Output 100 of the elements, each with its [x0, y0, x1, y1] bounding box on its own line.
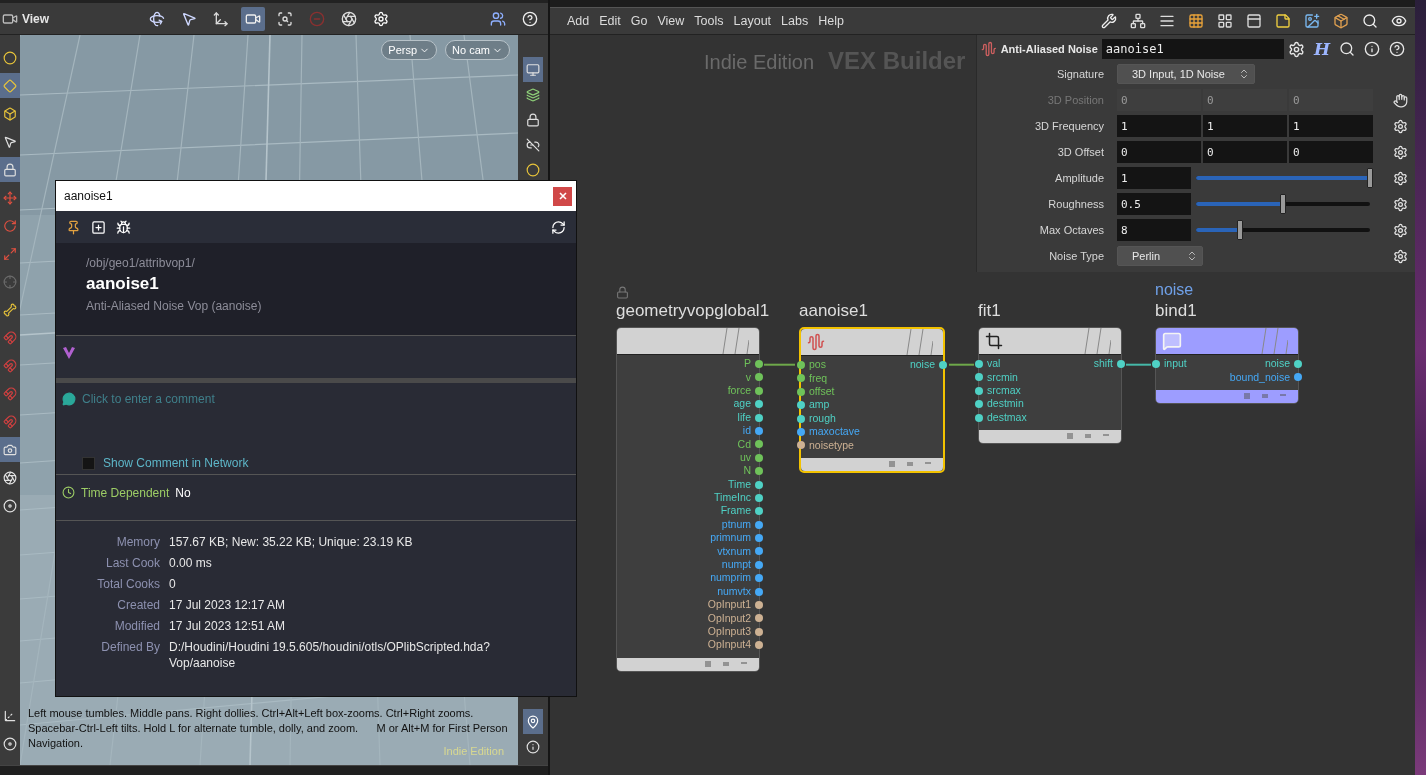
port-label: bound_noise — [1229, 370, 1290, 384]
port-label: P — [744, 357, 751, 371]
port-label: life — [737, 410, 751, 424]
time-dependent-value: No — [175, 485, 191, 500]
dropdown[interactable]: Perlin — [1117, 246, 1203, 266]
node-name: bind1 — [1155, 300, 1197, 322]
menu-item[interactable]: Edit — [594, 10, 626, 32]
port-label: pos — [809, 358, 826, 372]
number-field[interactable]: 0 — [1117, 141, 1201, 163]
parameter-label: Max Octaves — [1038, 224, 1105, 236]
port-label: srcmax — [987, 383, 1021, 397]
port-label: shift — [1093, 357, 1113, 371]
port-label: input — [1164, 357, 1187, 371]
info-value: 0 — [169, 576, 177, 592]
info-value: 17 Jul 2023 12:17 AM — [169, 597, 287, 613]
port-label: srcmin — [987, 370, 1018, 384]
number-field[interactable]: 1 — [1203, 115, 1287, 137]
parameter-label: Signature — [1055, 68, 1105, 80]
menu-item[interactable]: Go — [625, 10, 653, 32]
port-label: primnum — [710, 531, 751, 545]
number-field[interactable]: 1 — [1289, 115, 1373, 137]
info-value: 17 Jul 2023 12:51 AM — [169, 618, 287, 634]
node-type: Anti-Aliased Noise Vop (aanoise) — [86, 298, 263, 315]
port-label: destmax — [987, 410, 1027, 424]
port-label: vtxnum — [717, 544, 751, 558]
number-field[interactable]: 0.5 — [1117, 193, 1191, 215]
edition-watermark: Indie Edition — [443, 745, 504, 757]
port-label: numvtx — [717, 584, 751, 598]
port-label: destmin — [987, 397, 1024, 411]
comment-field[interactable]: Click to enter a comment — [76, 391, 570, 407]
port-label: OpInput1 — [707, 598, 751, 612]
parameter-label: Amplitude — [1054, 172, 1105, 184]
node[interactable]: val shift srcmin srcmax destmin destmax — [978, 327, 1122, 444]
number-field[interactable]: 8 — [1117, 219, 1191, 241]
parameter-label: Noise Type — [1048, 250, 1105, 262]
port-label: noisetype — [809, 438, 854, 452]
port-label: maxoctave — [809, 425, 860, 439]
time-dependent-label: Time Dependent — [81, 485, 170, 500]
parameter-label: 3D Position — [1046, 94, 1105, 106]
port-label: amp — [809, 398, 830, 412]
info-label: Total Cooks — [96, 576, 160, 592]
port-label: offset — [809, 384, 835, 398]
port-label: ptnum — [721, 517, 751, 531]
node-name: aanoise1 — [86, 273, 160, 295]
node[interactable]: pos noise freq offset amp rough maxoctave noisetype — [799, 327, 945, 473]
port-label: OpInput4 — [707, 638, 751, 652]
port-label: force — [727, 383, 751, 397]
checkbox-label: Show Comment in Network — [103, 456, 249, 470]
parameter-label: 3D Frequency — [1033, 120, 1105, 132]
port-label: noise — [909, 358, 935, 372]
port-label: noise — [1264, 357, 1290, 371]
port-label: Frame — [720, 504, 751, 518]
port-label: numpt — [721, 558, 751, 572]
port-label: id — [742, 424, 751, 438]
info-value: D:/Houdini/Houdini 19.5.605/houdini/otls/OPlibScripted.hda?Vop/aanoise — [169, 639, 491, 671]
port-label: rough — [809, 411, 836, 425]
number-field[interactable]: 0 — [1289, 141, 1373, 163]
info-label: Last Cook — [104, 555, 160, 571]
port-label: val — [987, 357, 1001, 371]
menu-item[interactable]: Help — [813, 10, 849, 32]
menu-item[interactable]: Layout — [728, 10, 777, 32]
port-label: freq — [809, 371, 828, 385]
port-label: TimeInc — [714, 491, 751, 505]
node-name-field[interactable]: aanoise1 — [1101, 39, 1284, 59]
info-label: Modified — [113, 618, 160, 634]
node-comment: noise — [1155, 281, 1194, 299]
port-label: OpInput2 — [707, 611, 751, 625]
parameter-label: 3D Offset — [1056, 146, 1105, 158]
info-value: 0.00 ms — [169, 555, 213, 571]
node-name: fit1 — [978, 300, 1001, 322]
menu-item[interactable]: View — [652, 10, 690, 32]
number-field[interactable]: 1 — [1117, 115, 1201, 137]
node[interactable]: input noise bound_noise — [1155, 327, 1299, 404]
menu-item[interactable]: Add — [562, 10, 595, 32]
port-label: numprim — [710, 571, 751, 585]
node-name: geometryvopglobal1 — [616, 300, 770, 322]
menu-item[interactable]: Tools — [689, 10, 729, 32]
port-label: uv — [739, 450, 751, 464]
node[interactable]: P v force age life id Cd uv N Time TimeInc Frame ptnum primnum vtxnum numpt numprim numvtx OpInput1 OpInput2 OpInput3 OpInput4 — [616, 327, 760, 672]
info-label: Memory — [115, 534, 160, 550]
port-label: Time — [728, 477, 751, 491]
port-label: Cd — [737, 437, 751, 451]
port-label: age — [733, 397, 751, 411]
help-glyph[interactable]: H — [1313, 39, 1330, 59]
node-name: aanoise1 — [799, 300, 868, 322]
node-type-label: Anti-Aliased Noise — [1000, 43, 1098, 55]
camera-menu[interactable]: No cam — [445, 40, 510, 60]
camera-menu[interactable]: Persp — [381, 40, 438, 60]
number-field[interactable]: 0 — [1203, 141, 1287, 163]
info-label: Created — [116, 597, 160, 613]
info-label: Defined By — [100, 639, 160, 656]
number-field[interactable]: 1 — [1117, 167, 1191, 189]
info-value: 157.67 KB; New: 35.22 KB; Unique: 23.19 KB — [169, 534, 414, 550]
parameter-label: Roughness — [1047, 198, 1105, 210]
port-label: N — [743, 464, 751, 478]
pane-title: View — [22, 11, 50, 26]
port-label: OpInput3 — [707, 625, 751, 638]
dropdown[interactable]: 3D Input, 1D Noise — [1117, 64, 1255, 84]
window-title: aanoise1 — [64, 189, 113, 203]
menu-item[interactable]: Labs — [776, 10, 814, 32]
